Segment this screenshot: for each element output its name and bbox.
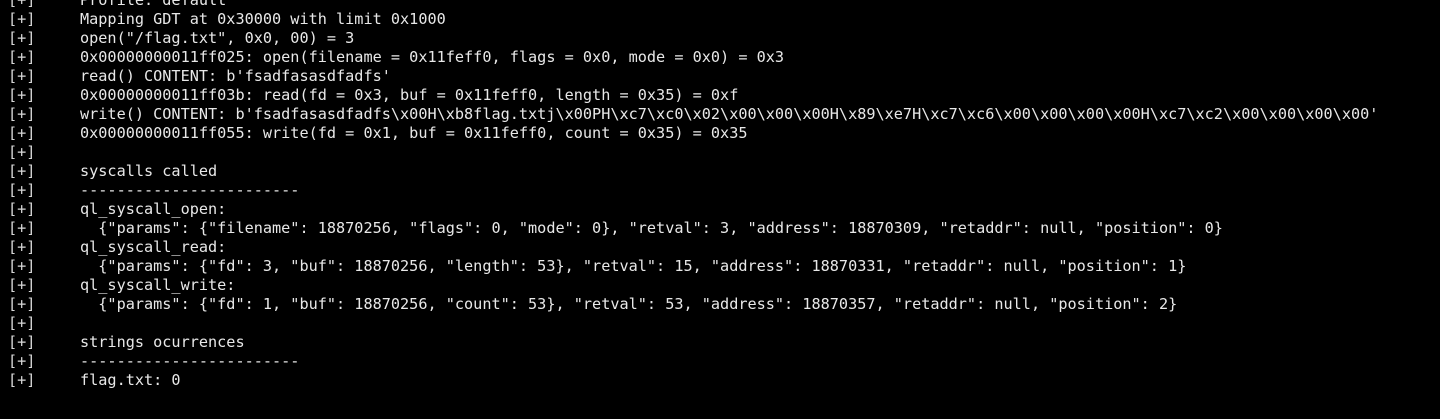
- line-text: ql_syscall_open:: [80, 200, 227, 218]
- terminal-line: [+]: [0, 143, 1440, 162]
- terminal-line: [+] ------------------------: [0, 352, 1440, 371]
- line-prefix: [+]: [8, 0, 36, 9]
- line-text: 0x00000000011ff03b: read(fd = 0x3, buf =…: [80, 86, 739, 104]
- line-prefix: [+]: [8, 200, 36, 218]
- terminal-line: [+] ------------------------: [0, 181, 1440, 200]
- line-prefix: [+]: [8, 276, 36, 294]
- line-text: {"params": {"filename": 18870256, "flags…: [80, 219, 1223, 237]
- terminal-line: [+] strings ocurrences: [0, 333, 1440, 352]
- terminal-line: [+] ql_syscall_read:: [0, 238, 1440, 257]
- line-text: Mapping GDT at 0x30000 with limit 0x1000: [80, 10, 446, 28]
- line-text: flag.txt: 0: [80, 371, 181, 389]
- terminal-line: [+] 0x00000000011ff025: open(filename = 0…: [0, 48, 1440, 67]
- terminal-line: [+]: [0, 314, 1440, 333]
- line-prefix: [+]: [8, 314, 36, 332]
- terminal-line: [+] Profile: default: [0, 0, 1440, 10]
- terminal-line: [+] {"params": {"fd": 3, "buf": 18870256…: [0, 257, 1440, 276]
- line-prefix: [+]: [8, 238, 36, 256]
- terminal-line: [+] ql_syscall_open:: [0, 200, 1440, 219]
- line-text: ------------------------: [80, 181, 300, 199]
- line-prefix: [+]: [8, 67, 36, 85]
- terminal-line: [+] ql_syscall_write:: [0, 276, 1440, 295]
- terminal-line: [+] {"params": {"fd": 1, "buf": 18870256…: [0, 295, 1440, 314]
- line-text: {"params": {"fd": 3, "buf": 18870256, "l…: [80, 257, 1187, 275]
- line-prefix: [+]: [8, 295, 36, 313]
- terminal-line: [+] write() CONTENT: b'fsadfasasdfadfs\x0…: [0, 105, 1440, 124]
- terminal-line: [+] {"params": {"filename": 18870256, "f…: [0, 219, 1440, 238]
- line-text: Profile: default: [80, 0, 227, 9]
- line-text: 0x00000000011ff055: write(fd = 0x1, buf …: [80, 124, 748, 142]
- line-prefix: [+]: [8, 219, 36, 237]
- line-text: ------------------------: [80, 352, 300, 370]
- line-prefix: [+]: [8, 162, 36, 180]
- terminal-line: [+] syscalls called: [0, 162, 1440, 181]
- line-prefix: [+]: [8, 333, 36, 351]
- line-prefix: [+]: [8, 371, 36, 389]
- line-prefix: [+]: [8, 181, 36, 199]
- line-text: 0x00000000011ff025: open(filename = 0x11…: [80, 48, 785, 66]
- line-prefix: [+]: [8, 10, 36, 28]
- line-text: read() CONTENT: b'fsadfasasdfadfs': [80, 67, 391, 85]
- line-prefix: [+]: [8, 86, 36, 104]
- line-text: {"params": {"fd": 1, "buf": 18870256, "c…: [80, 295, 1178, 313]
- terminal-line: [+] Mapping GDT at 0x30000 with limit 0x1…: [0, 10, 1440, 29]
- line-prefix: [+]: [8, 105, 36, 123]
- line-text: ql_syscall_write:: [80, 276, 236, 294]
- terminal-line: [+] flag.txt: 0: [0, 371, 1440, 390]
- terminal-line: [+] open("/flag.txt", 0x0, 00) = 3: [0, 29, 1440, 48]
- terminal-line: [+] 0x00000000011ff055: write(fd = 0x1, b…: [0, 124, 1440, 143]
- terminal-line: [+] read() CONTENT: b'fsadfasasdfadfs': [0, 67, 1440, 86]
- line-text: open("/flag.txt", 0x0, 00) = 3: [80, 29, 355, 47]
- terminal-output[interactable]: [+] Profile: default [+] Mapping GDT at 0x…: [0, 0, 1440, 419]
- line-prefix: [+]: [8, 48, 36, 66]
- line-prefix: [+]: [8, 257, 36, 275]
- line-text: syscalls called: [80, 162, 218, 180]
- line-prefix: [+]: [8, 352, 36, 370]
- line-prefix: [+]: [8, 143, 36, 161]
- line-prefix: [+]: [8, 124, 36, 142]
- line-text: ql_syscall_read:: [80, 238, 227, 256]
- line-prefix: [+]: [8, 29, 36, 47]
- terminal-line: [+] 0x00000000011ff03b: read(fd = 0x3, bu…: [0, 86, 1440, 105]
- line-text: strings ocurrences: [80, 333, 245, 351]
- line-text: write() CONTENT: b'fsadfasasdfadfs\x00H\…: [80, 105, 1379, 123]
